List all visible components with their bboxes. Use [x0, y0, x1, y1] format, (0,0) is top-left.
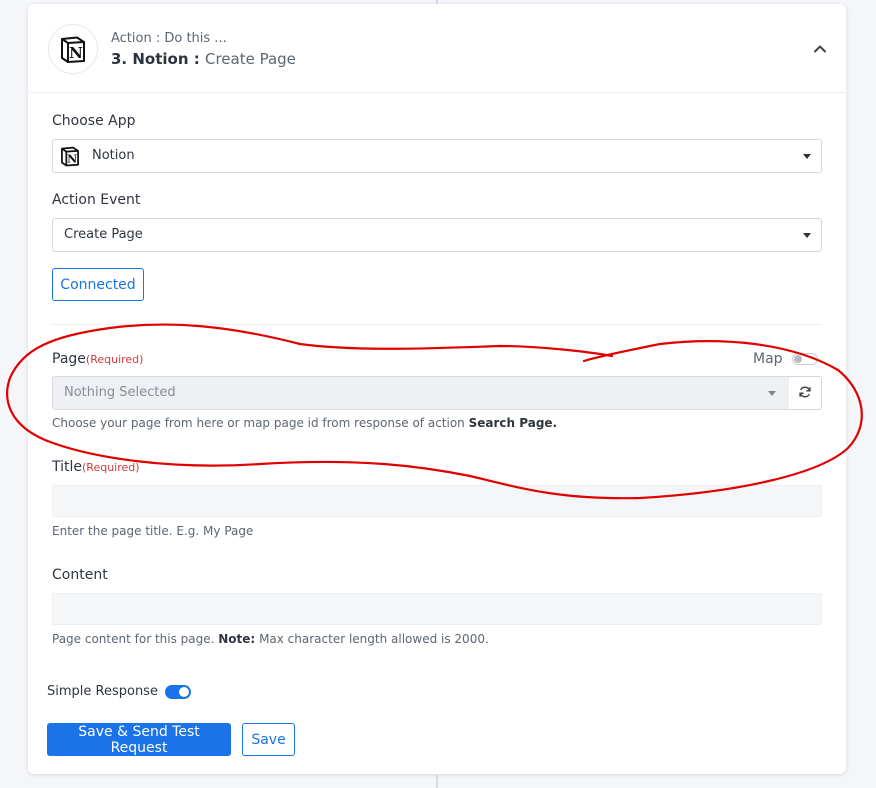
content-help-note: Note: [218, 632, 256, 646]
page-select[interactable]: Nothing Selected [52, 376, 790, 410]
content-help-prefix: Page content for this page. [52, 632, 215, 646]
save-button[interactable]: Save [242, 723, 295, 756]
page-select-placeholder: Nothing Selected [64, 385, 176, 400]
simple-response-toggle[interactable] [165, 685, 191, 699]
step-title-event: Create Page [204, 50, 296, 68]
action-event-select[interactable]: Create Page [52, 218, 822, 252]
simple-response-toggle-knob [179, 687, 189, 697]
content-help-text: Page content for this page. Note: Max ch… [52, 632, 489, 646]
page-help-prefix: Choose your page from here or map page i… [52, 416, 465, 430]
svg-text:N: N [67, 153, 77, 166]
title-required-tag: (Required) [82, 461, 140, 474]
action-event-value: Create Page [64, 227, 143, 242]
title-input[interactable] [52, 485, 822, 517]
step-kicker: Action : Do this ... [111, 31, 227, 46]
step-title: 3. Notion : Create Page [111, 50, 296, 68]
content-input[interactable] [52, 593, 822, 625]
title-label: Title(Required) [52, 459, 140, 475]
caret-down-icon [803, 154, 811, 159]
action-event-label: Action Event [52, 192, 141, 208]
search-page-link-text: Search Page. [468, 416, 558, 430]
map-toggle-knob [794, 355, 802, 363]
map-label: Map [753, 351, 783, 367]
connected-button[interactable]: Connected [52, 268, 144, 301]
page-label: Page(Required) [52, 351, 143, 367]
choose-app-value: Notion [92, 148, 135, 163]
choose-app-label: Choose App [52, 113, 136, 129]
step-header[interactable]: N Action : Do this ... 3. Notion : Creat… [28, 4, 846, 93]
title-help-text: Enter the page title. E.g. My Page [52, 524, 254, 538]
notion-logo-icon: N [48, 24, 98, 74]
flow-connector-bottom [436, 774, 438, 788]
title-label-text: Title [52, 459, 83, 475]
page-required-tag: (Required) [85, 353, 144, 366]
chevron-up-icon[interactable] [811, 40, 829, 58]
section-divider [52, 324, 822, 325]
choose-app-select[interactable]: N Notion [52, 139, 822, 173]
action-step-card: N Action : Do this ... 3. Notion : Creat… [28, 4, 846, 774]
page-label-text: Page [52, 351, 86, 367]
page-help-text: Choose your page from here or map page i… [52, 416, 557, 430]
caret-down-icon [768, 391, 776, 396]
step-title-main: 3. Notion : [111, 50, 200, 68]
refresh-button[interactable] [789, 376, 822, 410]
refresh-icon [798, 384, 812, 403]
map-toggle[interactable] [792, 353, 818, 365]
content-help-suffix: Max character length allowed is 2000. [259, 632, 489, 646]
simple-response-label: Simple Response [47, 684, 158, 699]
save-and-send-test-button[interactable]: Save & Send Test Request [47, 723, 231, 756]
svg-text:N: N [69, 44, 83, 62]
content-label: Content [52, 567, 108, 583]
notion-logo-icon: N [59, 145, 81, 171]
caret-down-icon [803, 233, 811, 238]
